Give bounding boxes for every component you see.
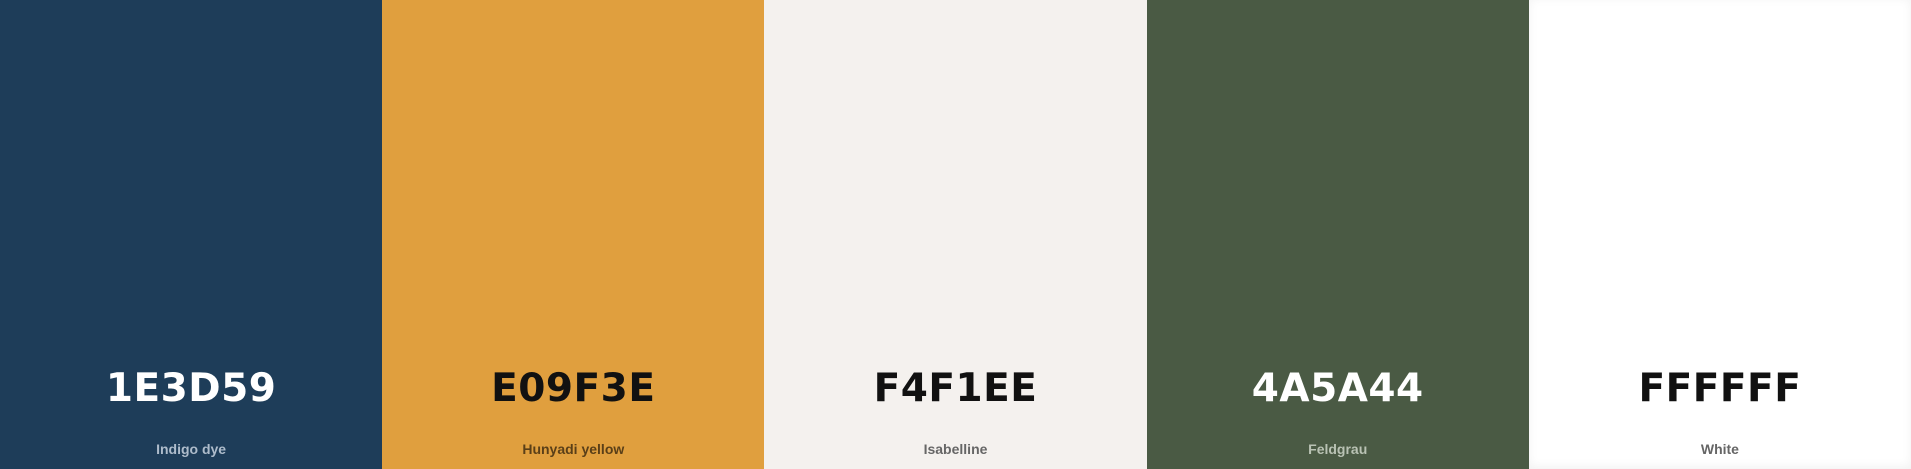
swatch-isabelline[interactable]: F4F1EE Isabelline (764, 0, 1147, 469)
swatch-hex-code[interactable]: FFFFFF (1529, 366, 1911, 412)
swatch-color-name: Hunyadi yellow (522, 441, 625, 457)
swatch-hex-code[interactable]: 4A5A44 (1147, 366, 1529, 412)
swatch-indigo-dye[interactable]: 1E3D59 Indigo dye (0, 0, 383, 469)
color-palette: 1E3D59 Indigo dye E09F3E Hunyadi yellow … (0, 0, 1911, 469)
swatch-hex-code[interactable]: 1E3D59 (0, 366, 382, 412)
swatch-color-name: Feldgrau (1308, 441, 1368, 457)
swatch-hex-code[interactable]: F4F1EE (764, 366, 1146, 412)
swatch-hunyadi-yellow[interactable]: E09F3E Hunyadi yellow (382, 0, 765, 469)
swatch-white[interactable]: FFFFFF White (1528, 0, 1911, 469)
swatch-hex-code[interactable]: E09F3E (382, 366, 764, 412)
swatch-color-name: Isabelline (923, 441, 988, 457)
swatch-color-name: White (1700, 441, 1739, 457)
swatch-feldgrau[interactable]: 4A5A44 Feldgrau (1146, 0, 1529, 469)
swatch-color-name: Indigo dye (156, 441, 227, 457)
